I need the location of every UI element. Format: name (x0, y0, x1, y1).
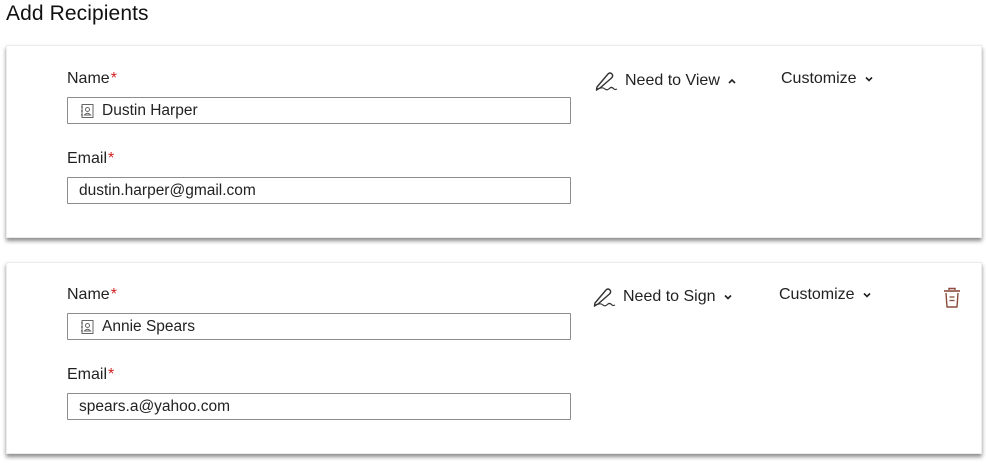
chevron-down-icon (864, 75, 874, 83)
customize-label: Customize (781, 70, 857, 87)
contact-card-icon[interactable] (81, 103, 94, 118)
chevron-up-icon (727, 77, 737, 85)
email-value: spears.a@yahoo.com (79, 397, 231, 415)
customize-label: Customize (779, 286, 855, 303)
email-field[interactable]: dustin.harper@gmail.com (67, 177, 571, 204)
recipient-card: Name* Dustin Harper Email* dustin.harper… (6, 45, 982, 238)
name-label: Name* (67, 70, 117, 87)
signature-icon (594, 70, 618, 92)
chevron-down-icon (862, 291, 872, 299)
name-label: Name* (67, 286, 117, 303)
chevron-down-icon (723, 293, 733, 301)
required-marker: * (110, 70, 117, 87)
role-label: Need to Sign (623, 288, 716, 305)
name-field[interactable]: Dustin Harper (67, 97, 571, 124)
contact-card-icon[interactable] (81, 319, 94, 334)
email-label: Email* (67, 150, 115, 167)
email-value: dustin.harper@gmail.com (79, 181, 256, 199)
role-label: Need to View (625, 72, 720, 89)
name-field[interactable]: Annie Spears (67, 313, 571, 340)
required-marker: * (110, 286, 117, 303)
page-title: Add Recipients (6, 2, 149, 25)
required-marker: * (108, 366, 115, 383)
required-marker: * (108, 150, 115, 167)
recipient-card: Name* Annie Spears Email* spears.a@yahoo… (6, 262, 982, 454)
role-dropdown[interactable]: Need to View (594, 70, 737, 92)
customize-dropdown[interactable]: Customize (781, 70, 874, 88)
name-value: Dustin Harper (102, 101, 198, 119)
email-field[interactable]: spears.a@yahoo.com (67, 393, 571, 420)
trash-icon[interactable] (942, 287, 962, 314)
name-value: Annie Spears (102, 317, 196, 335)
signature-icon (592, 286, 616, 308)
email-label: Email* (67, 366, 115, 383)
customize-dropdown[interactable]: Customize (779, 286, 872, 304)
role-dropdown[interactable]: Need to Sign (592, 286, 733, 308)
